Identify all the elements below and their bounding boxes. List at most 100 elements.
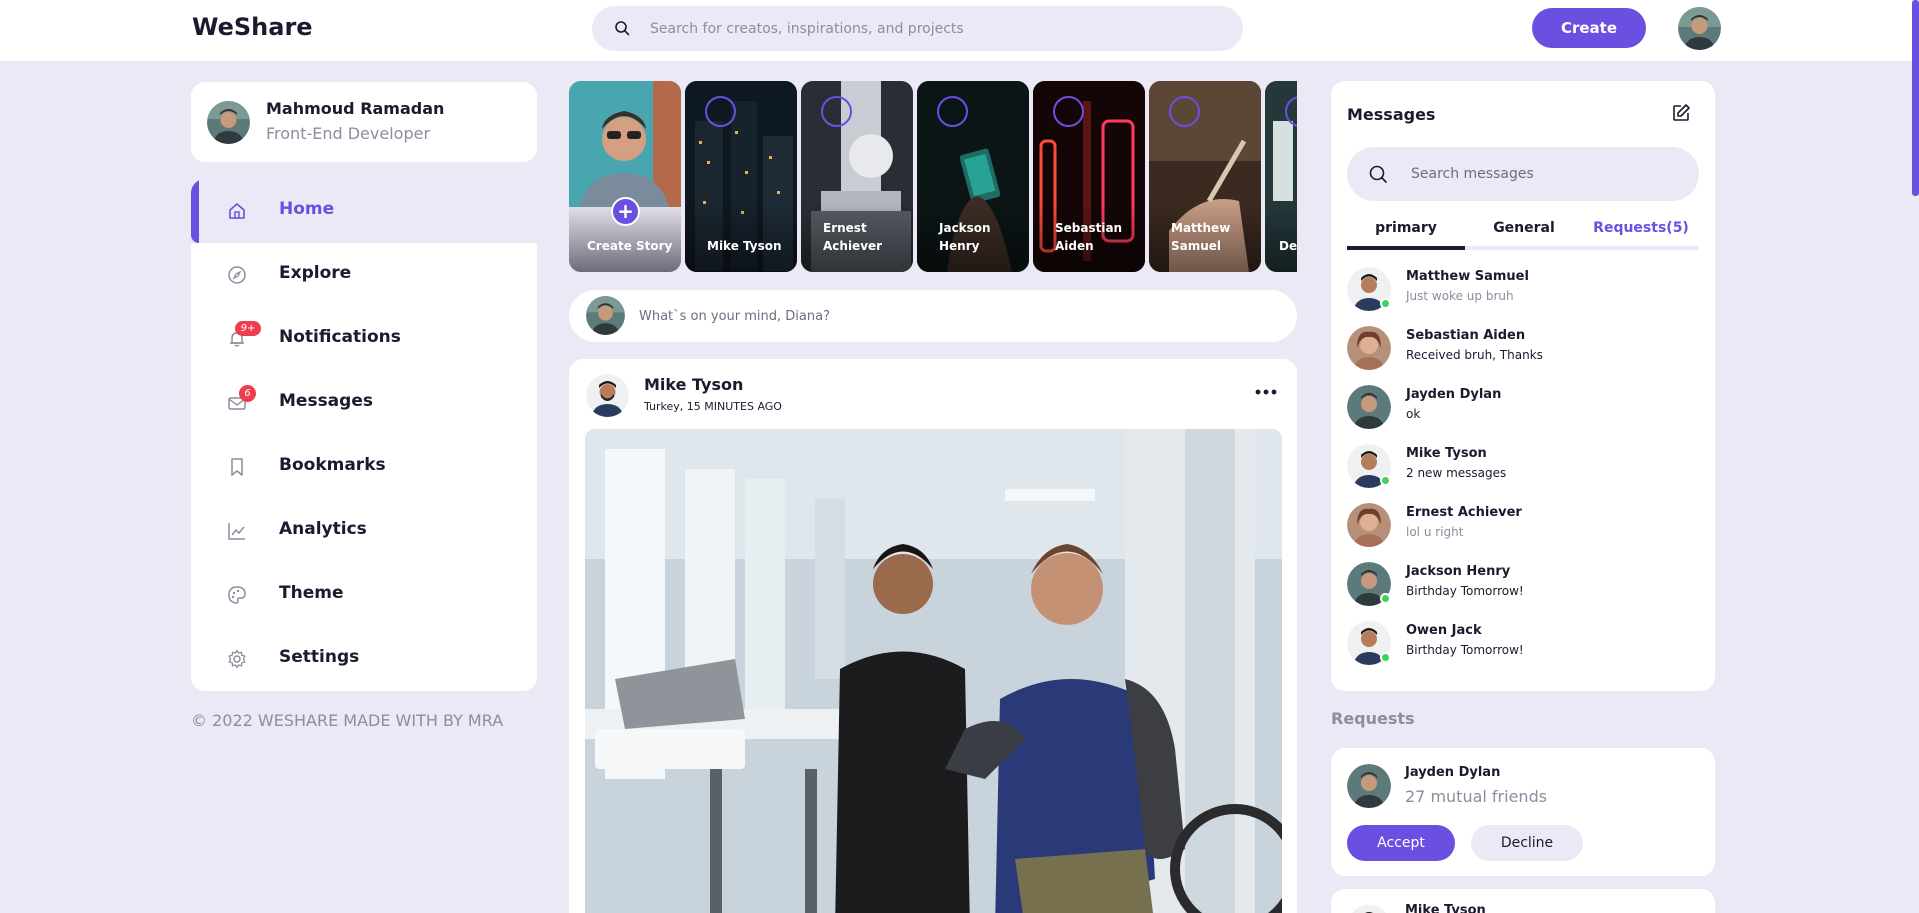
create-story-card[interactable]: + Create Story	[569, 81, 681, 272]
online-status-dot	[1380, 298, 1391, 309]
more-options-icon[interactable]	[1255, 381, 1277, 400]
sidebar-item-notifications[interactable]: 9+ Notifications	[191, 307, 537, 371]
sidebar-item-bookmarks[interactable]: Bookmarks	[191, 435, 537, 499]
contact-name: Jackson Henry	[1406, 564, 1511, 579]
sidebar-item-label: Settings	[279, 647, 360, 667]
post-author-name[interactable]: Mike Tyson	[644, 375, 743, 394]
compass-icon	[227, 265, 247, 285]
profile-name: Mahmoud Ramadan	[266, 99, 445, 118]
story-name: De	[1279, 239, 1297, 253]
post-image[interactable]	[585, 429, 1282, 913]
message-item[interactable]: Matthew Samuel Just woke up bruh	[1347, 263, 1699, 315]
story-avatar-ring	[1169, 96, 1200, 127]
search-icon	[614, 20, 630, 40]
requester-avatar[interactable]	[1347, 764, 1391, 808]
tab-requests[interactable]: Requests(5)	[1583, 216, 1699, 250]
online-status-dot	[1380, 475, 1391, 486]
message-item[interactable]: Jackson Henry Birthday Tomorrow!	[1347, 558, 1699, 610]
messages-panel: Messages primary General Requests(5) Mat…	[1331, 81, 1715, 691]
post-composer[interactable]	[569, 290, 1297, 342]
sidebar-item-messages[interactable]: 6 Messages	[191, 371, 537, 435]
scrollbar-thumb[interactable]	[1912, 0, 1919, 196]
message-search-input[interactable]	[1411, 147, 1681, 201]
palette-icon	[227, 585, 247, 605]
story-card[interactable]: Sebastian Aiden	[1033, 81, 1145, 272]
contact-name: Matthew Samuel	[1406, 269, 1529, 284]
post-photo	[585, 429, 1282, 913]
sidebar-item-explore[interactable]: Explore	[191, 243, 537, 307]
feed-post: Mike Tyson Turkey, 15 MINUTES AGO	[569, 359, 1297, 913]
compose-message-icon[interactable]	[1671, 103, 1691, 127]
global-search-input[interactable]	[650, 6, 1210, 51]
message-preview: Received bruh, Thanks	[1406, 348, 1543, 362]
sidebar-item-label: Notifications	[279, 327, 401, 347]
story-card[interactable]: Mike Tyson	[685, 81, 797, 272]
chart-line-icon	[227, 521, 247, 541]
requester-name[interactable]: Jayden Dylan	[1405, 765, 1500, 780]
post-author-avatar[interactable]	[586, 374, 629, 417]
contact-name: Jayden Dylan	[1406, 387, 1502, 402]
profile-avatar	[207, 101, 250, 144]
friend-request-card: Mike Tyson	[1331, 889, 1715, 913]
story-avatar-ring	[937, 96, 968, 127]
app-logo[interactable]: WeShare	[192, 13, 313, 41]
story-avatar-ring	[821, 96, 852, 127]
story-avatar-ring	[705, 96, 736, 127]
message-preview: lol u right	[1406, 525, 1464, 539]
contact-name: Mike Tyson	[1406, 446, 1487, 461]
story-card[interactable]: De	[1265, 81, 1297, 272]
profile-card[interactable]: Mahmoud Ramadan Front-End Developer	[191, 82, 537, 162]
notifications-badge: 9+	[235, 321, 261, 336]
message-search[interactable]	[1347, 147, 1699, 201]
message-preview: Birthday Tomorrow!	[1406, 584, 1524, 598]
message-preview: ok	[1406, 407, 1421, 421]
sidebar-item-label: Messages	[279, 391, 373, 411]
sidebar-item-analytics[interactable]: Analytics	[191, 499, 537, 563]
tab-general[interactable]: General	[1465, 216, 1583, 250]
global-search[interactable]	[592, 6, 1243, 51]
sidebar-item-label: Theme	[279, 583, 344, 603]
messages-title: Messages	[1347, 105, 1436, 124]
mutual-friends-count: 27 mutual friends	[1405, 787, 1548, 806]
message-preview: 2 new messages	[1406, 466, 1507, 480]
messages-badge: 6	[239, 385, 256, 402]
message-item[interactable]: Owen Jack Birthday Tomorrow!	[1347, 617, 1699, 669]
create-story-label: Create Story	[587, 239, 673, 253]
requester-avatar[interactable]	[1347, 905, 1391, 913]
story-name: Sebastian Aiden	[1055, 221, 1123, 253]
story-name: Matthew Samuel	[1171, 221, 1231, 253]
message-item[interactable]: Ernest Achiever lol u right	[1347, 499, 1699, 551]
story-card[interactable]: Jackson Henry	[917, 81, 1029, 272]
message-item[interactable]: Sebastian Aiden Received bruh, Thanks	[1347, 322, 1699, 374]
story-avatar-ring	[1053, 96, 1084, 127]
story-card[interactable]: Ernest Achiever	[801, 81, 913, 272]
tab-primary[interactable]: primary	[1347, 216, 1465, 250]
home-icon	[227, 201, 247, 221]
sidebar-item-settings[interactable]: Settings	[191, 627, 537, 691]
sidebar-nav: Home Explore 9+ Notifications 6 Messages…	[191, 179, 537, 691]
friend-request-card: Jayden Dylan 27 mutual friends Accept De…	[1331, 748, 1715, 876]
message-item[interactable]: Mike Tyson 2 new messages	[1347, 440, 1699, 492]
decline-button[interactable]: Decline	[1471, 825, 1583, 861]
message-item[interactable]: Jayden Dylan ok	[1347, 381, 1699, 433]
story-name: Mike Tyson	[707, 239, 782, 253]
composer-avatar	[586, 296, 625, 335]
accept-button[interactable]: Accept	[1347, 825, 1455, 861]
online-status-dot	[1380, 652, 1391, 663]
story-name: Jackson Henry	[939, 221, 991, 253]
add-story-icon[interactable]: +	[611, 197, 640, 226]
sidebar-item-home[interactable]: Home	[191, 179, 537, 243]
story-card[interactable]: Matthew Samuel	[1149, 81, 1261, 272]
contact-name: Owen Jack	[1406, 623, 1482, 638]
message-preview: Birthday Tomorrow!	[1406, 643, 1524, 657]
create-story-photo	[569, 81, 681, 207]
contact-name: Sebastian Aiden	[1406, 328, 1526, 343]
composer-input[interactable]	[639, 290, 1239, 342]
bookmark-icon	[227, 457, 247, 477]
user-avatar[interactable]	[1678, 7, 1721, 50]
top-navbar: WeShare Create	[0, 0, 1912, 61]
create-button[interactable]: Create	[1532, 8, 1646, 48]
sidebar-item-label: Home	[279, 199, 335, 219]
sidebar-item-theme[interactable]: Theme	[191, 563, 537, 627]
requester-name[interactable]: Mike Tyson	[1405, 903, 1486, 913]
